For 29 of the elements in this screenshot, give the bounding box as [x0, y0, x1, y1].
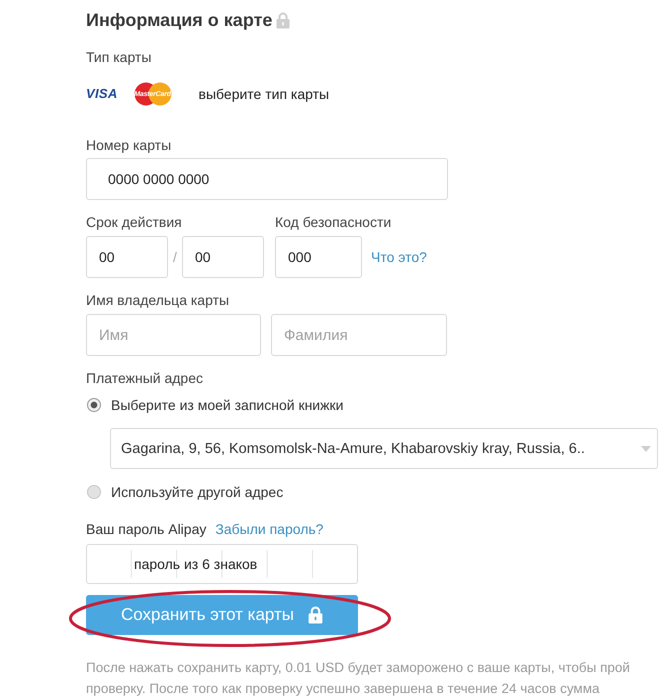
radio-label: Используйте другой адрес: [111, 484, 284, 500]
caret-icon: [641, 446, 651, 452]
month-field[interactable]: 00: [86, 236, 168, 278]
visa-logo[interactable]: VISA: [86, 87, 118, 101]
forgot-password-link[interactable]: Забыли пароль?: [215, 520, 324, 538]
padlock-icon: [308, 606, 324, 624]
field-label: Срок действия: [86, 213, 182, 231]
card-number-field[interactable]: 0000 0000 0000: [86, 158, 448, 200]
field-label: Ваш пароль Alipay: [86, 520, 206, 538]
field-label: Код безопасности: [275, 213, 392, 231]
field-label: Имя владельца карты: [86, 291, 230, 309]
radio-label: Выберите из моей записной книжки: [111, 397, 344, 413]
password-field[interactable]: пароль из 6 знаков: [86, 544, 358, 584]
hint-text: выберите тип карты: [198, 86, 330, 102]
field-label: Платежный адрес: [86, 369, 203, 387]
radio-button[interactable]: [87, 398, 101, 412]
padlock-icon: [276, 12, 290, 28]
help-link[interactable]: Что это?: [371, 249, 427, 265]
radio-button[interactable]: [87, 485, 101, 499]
section-title: Информация о карте: [86, 9, 272, 32]
year-field[interactable]: 00: [182, 236, 264, 278]
security-code-field[interactable]: 000: [275, 236, 362, 278]
address-dropdown[interactable]: Gagarina, 9, 56, Komsomolsk-Na-Amure, Khabarovskiy kray, Russia, 6..: [110, 428, 658, 469]
verification-note: После нажать сохранить карту, 0.01 USD будет заморожено с ваше карты, чтобы прой проверку. После того как проверку успешно завершена в течение 24 часов сумма: [86, 659, 630, 698]
field-label: Тип карты: [86, 48, 152, 66]
last-name-field[interactable]: Фамилия: [271, 314, 447, 356]
first-name-field[interactable]: Имя: [86, 314, 261, 356]
field-label: Номер карты: [86, 136, 172, 154]
separator-text: /: [172, 249, 178, 265]
